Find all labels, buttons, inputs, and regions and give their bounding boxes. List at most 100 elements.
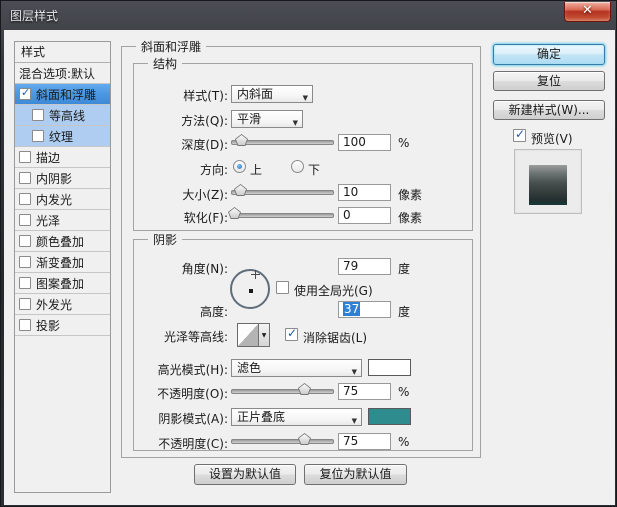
pattern-overlay-checkbox[interactable] — [19, 277, 31, 289]
new-style-button[interactable]: 新建样式(W)... — [493, 100, 605, 120]
anti-alias-label: 消除锯齿(L) — [303, 329, 367, 346]
angle-dial-center-dot — [249, 289, 253, 293]
color-overlay-checkbox[interactable] — [19, 235, 31, 247]
shadow-opacity-slider-handle[interactable] — [298, 433, 311, 445]
sidebar-item-stroke[interactable]: 描边 — [15, 147, 110, 168]
shadow-opacity-slider-track[interactable] — [231, 439, 334, 444]
ok-button[interactable]: 确定 — [493, 44, 605, 65]
sidebar-item-label: 描边 — [36, 149, 60, 166]
direction-down-radio[interactable] — [291, 160, 304, 173]
depth-unit: % — [398, 136, 409, 150]
anti-alias-checkbox[interactable]: ✓ — [285, 328, 298, 341]
shading-legend: 阴影 — [148, 231, 182, 248]
gradient-overlay-checkbox[interactable] — [19, 256, 31, 268]
sidebar-item-label: 混合选项:默认 — [19, 65, 95, 82]
sidebar-item-label: 图案叠加 — [36, 275, 84, 292]
sidebar-item-outer-glow[interactable]: 外发光 — [15, 294, 110, 315]
make-default-button[interactable]: 设置为默认值 — [194, 464, 296, 485]
inner-shadow-checkbox[interactable] — [19, 172, 31, 184]
size-input[interactable]: 10 — [338, 184, 391, 201]
highlight-mode-select[interactable]: 滤色 ▼ — [231, 359, 362, 377]
angle-dial[interactable] — [230, 269, 270, 309]
style-preview-thumbnail — [529, 165, 567, 205]
shadow-opacity-label: 不透明度(C): — [104, 435, 228, 452]
close-button[interactable]: ✕ — [564, 2, 611, 22]
sidebar-item-inner-glow[interactable]: 内发光 — [15, 189, 110, 210]
direction-up-radio[interactable] — [233, 160, 246, 173]
chevron-down-icon: ▼ — [303, 90, 308, 106]
highlight-opacity-input[interactable]: 75 — [338, 383, 391, 400]
shadow-color-swatch[interactable] — [368, 408, 411, 425]
highlight-mode-label: 高光模式(H): — [104, 361, 228, 378]
highlight-opacity-unit: % — [398, 385, 409, 399]
highlight-opacity-slider-handle[interactable] — [298, 383, 311, 395]
highlight-color-swatch[interactable] — [368, 359, 411, 376]
shadow-opacity-unit: % — [398, 435, 409, 449]
sidebar-item-drop-shadow[interactable]: 投影 — [15, 315, 110, 336]
window-title: 图层样式 — [10, 7, 58, 24]
sidebar-item-texture[interactable]: 纹理 — [15, 126, 110, 147]
depth-input[interactable]: 100 — [338, 134, 391, 151]
shadow-mode-label: 阴影模式(A): — [104, 410, 228, 427]
contour-checkbox[interactable] — [32, 109, 44, 121]
soften-slider-handle[interactable] — [228, 207, 241, 219]
styles-list: 样式 混合选项:默认 斜面和浮雕 等高线 纹理 描边 内阴 — [14, 41, 111, 493]
preview-label: 预览(V) — [531, 130, 573, 147]
stroke-checkbox[interactable] — [19, 151, 31, 163]
sidebar-item-pattern-overlay[interactable]: 图案叠加 — [15, 273, 110, 294]
depth-slider-handle[interactable] — [235, 134, 248, 146]
angle-input[interactable]: 79 — [338, 258, 391, 275]
shadow-mode-value: 正片叠底 — [237, 410, 285, 424]
style-select[interactable]: 内斜面 ▼ — [231, 85, 313, 103]
sidebar-item-blending-options[interactable]: 混合选项:默认 — [15, 63, 110, 84]
inner-glow-checkbox[interactable] — [19, 193, 31, 205]
technique-select[interactable]: 平滑 ▼ — [231, 110, 303, 128]
size-slider-handle[interactable] — [234, 184, 247, 196]
direction-down-label: 下 — [308, 161, 320, 178]
sidebar-item-gradient-overlay[interactable]: 渐变叠加 — [15, 252, 110, 273]
soften-unit: 像素 — [398, 209, 422, 226]
sidebar-item-contour[interactable]: 等高线 — [15, 105, 110, 126]
texture-checkbox[interactable] — [32, 130, 44, 142]
sidebar-item-label: 内发光 — [36, 191, 72, 208]
shadow-opacity-input[interactable]: 75 — [338, 433, 391, 450]
technique-select-value: 平滑 — [237, 112, 261, 126]
preview-checkbox[interactable]: ✓ — [513, 129, 526, 142]
sidebar-item-label: 内阴影 — [36, 170, 72, 187]
angle-dial-pointer[interactable] — [251, 270, 260, 279]
gloss-contour-thumbnail[interactable] — [237, 323, 259, 347]
reset-default-button[interactable]: 复位为默认值 — [304, 464, 407, 485]
bevel-emboss-checkbox[interactable] — [19, 88, 31, 100]
size-unit: 像素 — [398, 186, 422, 203]
reset-button[interactable]: 复位 — [493, 71, 605, 91]
sidebar-item-bevel-emboss[interactable]: 斜面和浮雕 — [15, 84, 110, 105]
size-label: 大小(Z): — [104, 186, 228, 203]
altitude-unit: 度 — [398, 303, 410, 320]
chevron-down-icon: ▼ — [293, 115, 298, 131]
use-global-light-checkbox[interactable]: ✓ — [276, 281, 289, 294]
highlight-opacity-label: 不透明度(O): — [104, 385, 228, 402]
structure-legend: 结构 — [148, 55, 182, 72]
angle-label: 角度(N): — [104, 260, 228, 277]
satin-checkbox[interactable] — [19, 214, 31, 226]
soften-input[interactable]: 0 — [338, 207, 391, 224]
outer-glow-checkbox[interactable] — [19, 298, 31, 310]
gloss-contour-dropdown-arrow[interactable]: ▼ — [258, 323, 270, 347]
shadow-mode-select[interactable]: 正片叠底 ▼ — [231, 408, 362, 426]
sidebar-item-label: 斜面和浮雕 — [36, 86, 96, 103]
layer-style-dialog: 图层样式 ✕ 样式 混合选项:默认 斜面和浮雕 等高线 纹理 — [0, 0, 617, 507]
sidebar-item-label: 等高线 — [49, 107, 85, 124]
sidebar-item-label: 投影 — [36, 317, 60, 334]
sidebar-item-color-overlay[interactable]: 颜色叠加 — [15, 231, 110, 252]
panel-title: 斜面和浮雕 — [136, 38, 206, 55]
soften-slider-track[interactable] — [231, 213, 334, 218]
highlight-opacity-slider-track[interactable] — [231, 389, 334, 394]
sidebar-item-satin[interactable]: 光泽 — [15, 210, 110, 231]
sidebar-item-label: 纹理 — [49, 128, 73, 145]
sidebar-item-label: 光泽 — [36, 212, 60, 229]
drop-shadow-checkbox[interactable] — [19, 319, 31, 331]
use-global-light-label: 使用全局光(G) — [294, 282, 373, 299]
altitude-input[interactable]: 37 — [338, 301, 391, 318]
altitude-label: 高度: — [104, 303, 228, 320]
sidebar-item-inner-shadow[interactable]: 内阴影 — [15, 168, 110, 189]
